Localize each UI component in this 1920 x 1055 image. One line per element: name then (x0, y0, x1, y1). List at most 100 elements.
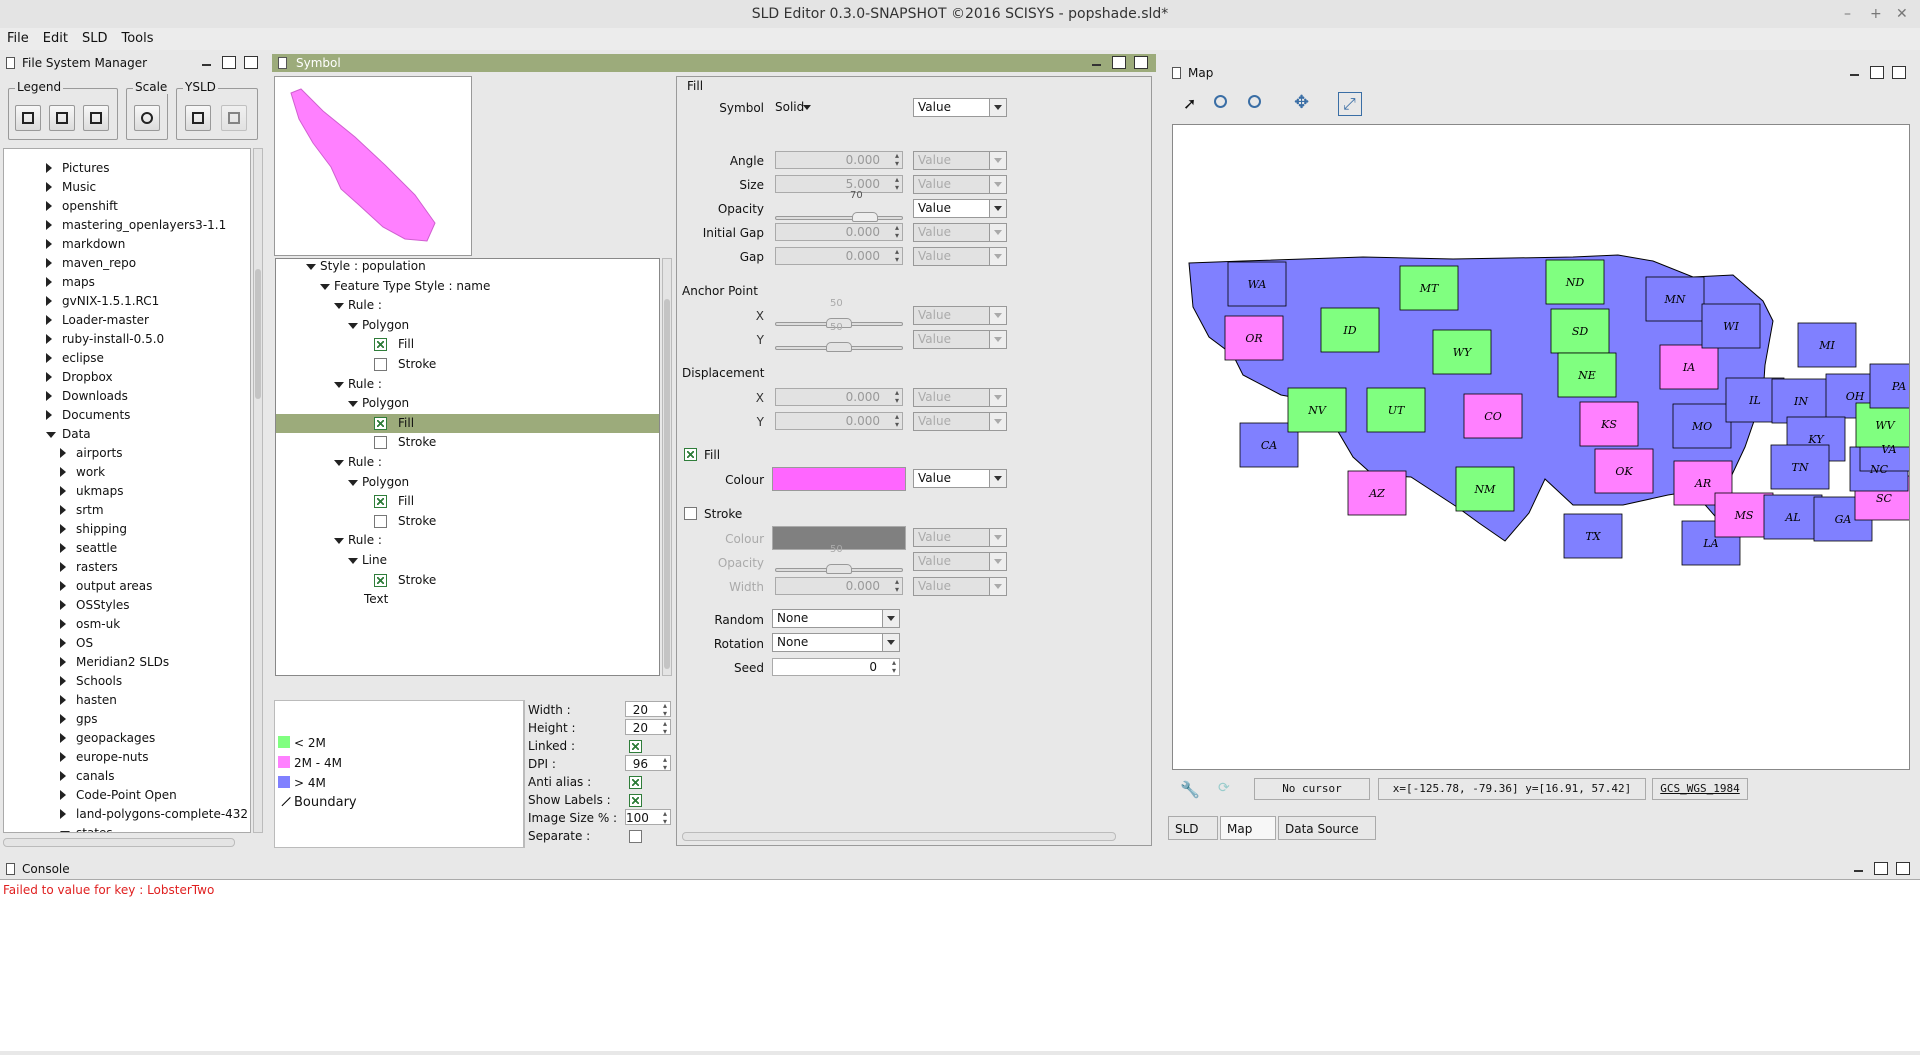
collapsed-arrow-icon[interactable] (60, 448, 66, 458)
symbol-tree-item[interactable]: Fill (276, 492, 659, 511)
angle-value-combo[interactable]: Value (913, 151, 1007, 170)
expanded-arrow-icon[interactable] (348, 322, 358, 329)
collapsed-arrow-icon[interactable] (60, 562, 66, 572)
anchor-x-value-combo[interactable]: Value (913, 306, 1007, 325)
expanded-arrow-icon[interactable] (306, 264, 316, 270)
collapsed-arrow-icon[interactable] (60, 752, 66, 762)
file-tree-scrollbar[interactable] (253, 148, 263, 833)
symbol-maximize-button[interactable] (1134, 56, 1148, 69)
menu-tools[interactable]: Tools (114, 28, 160, 50)
expanded-arrow-icon[interactable] (348, 558, 358, 564)
symbol-enable-checkbox[interactable] (374, 495, 387, 509)
file-tree[interactable]: Pictures Music openshift mastering_openlaye… (3, 148, 251, 833)
pan-button[interactable]: ✥ (1292, 92, 1314, 114)
collapsed-arrow-icon[interactable] (60, 676, 66, 686)
maximize-button[interactable]: + (1870, 0, 1882, 28)
collapsed-arrow-icon[interactable] (46, 391, 52, 401)
symbol-enable-checkbox[interactable] (374, 514, 387, 528)
symbol-minimize-button[interactable] (1090, 56, 1104, 69)
symbol-enable-checkbox[interactable] (374, 436, 387, 450)
legend-save-button[interactable] (15, 105, 41, 131)
collapsed-arrow-icon[interactable] (60, 486, 66, 496)
expanded-arrow-icon[interactable] (348, 479, 358, 486)
size-value-combo[interactable]: Value (913, 175, 1007, 194)
seed-spinner[interactable]: 0 (772, 658, 900, 676)
minimize-button[interactable]: – (1844, 0, 1851, 28)
collapsed-arrow-icon[interactable] (46, 182, 52, 192)
collapsed-arrow-icon[interactable] (46, 334, 52, 344)
initial-gap-value-combo[interactable]: Value (913, 223, 1007, 242)
console-float-button[interactable] (1874, 862, 1888, 875)
collapsed-arrow-icon[interactable] (46, 277, 52, 287)
crs-label[interactable]: GCS_WGS_1984 (1652, 778, 1748, 800)
opacity-value-combo[interactable]: Value (913, 199, 1007, 218)
console-maximize-button[interactable] (1896, 862, 1910, 875)
symbol-tree-item[interactable]: Fill (276, 335, 659, 354)
collapsed-arrow-icon[interactable] (46, 220, 52, 230)
symbol-tree-item[interactable]: Rule : (276, 531, 659, 550)
fill-colour-swatch[interactable] (772, 467, 906, 491)
collapsed-arrow-icon[interactable] (60, 657, 66, 667)
collapsed-arrow-icon[interactable] (60, 505, 66, 515)
fsm-maximize-button[interactable] (244, 56, 258, 69)
collapsed-arrow-icon[interactable] (46, 258, 52, 268)
tab-sld[interactable]: SLD (1168, 816, 1218, 840)
symbol-enable-checkbox[interactable] (374, 338, 387, 352)
anti-alias-checkbox[interactable] (629, 776, 642, 789)
symbol-tree-scrollbar[interactable] (662, 258, 672, 676)
close-button[interactable]: ✕ (1896, 0, 1908, 28)
symbol-tree-item[interactable]: Fill (276, 413, 659, 433)
fill-colour-value-combo[interactable]: Value (913, 469, 1007, 488)
expanded-arrow-icon[interactable] (334, 538, 344, 545)
menu-sld[interactable]: SLD (75, 28, 115, 50)
collapsed-arrow-icon[interactable] (46, 315, 52, 325)
collapsed-arrow-icon[interactable] (60, 638, 66, 648)
gap-value-combo[interactable]: Value (913, 247, 1007, 266)
initial-gap-spinner[interactable]: 0.000 (775, 223, 903, 241)
symbol-tree-item[interactable]: Stroke (276, 355, 659, 374)
symbol-tree-item[interactable]: Style : population (276, 259, 659, 276)
gap-spinner[interactable]: 0.000 (775, 247, 903, 265)
symbol-float-button[interactable] (1112, 56, 1126, 69)
file-tree-hscrollbar[interactable] (3, 838, 235, 847)
displacement-y-value-combo[interactable]: Value (913, 412, 1007, 431)
zoom-out-button[interactable] (1244, 92, 1266, 114)
scale-search-button[interactable] (134, 105, 160, 131)
linked-checkbox[interactable] (629, 740, 642, 753)
stroke-width-value-combo[interactable]: Value (913, 577, 1007, 596)
collapsed-arrow-icon[interactable] (60, 695, 66, 705)
expanded-arrow-icon[interactable] (348, 401, 358, 408)
map-float-button[interactable] (1870, 66, 1884, 79)
width-spinner[interactable]: 20 (625, 701, 671, 718)
opacity-slider-handle[interactable] (851, 212, 878, 222)
collapsed-arrow-icon[interactable] (60, 771, 66, 781)
stroke-opacity-handle[interactable] (826, 564, 852, 574)
symbol-tree-item[interactable]: Rule : (276, 375, 659, 394)
legend-save-all-button[interactable] (49, 105, 75, 131)
wrench-icon[interactable]: 🔧 (1180, 780, 1200, 799)
collapsed-arrow-icon[interactable] (60, 600, 66, 610)
symbol-tree-item[interactable]: Feature Type Style : name (276, 277, 659, 296)
fsm-minimize-button[interactable] (200, 56, 214, 69)
collapsed-arrow-icon[interactable] (60, 543, 66, 553)
stroke-colour-value-combo[interactable]: Value (913, 528, 1007, 547)
collapsed-arrow-icon[interactable] (60, 581, 66, 591)
symbol-type-dropdown[interactable]: Solid (775, 100, 804, 114)
displacement-x-value-combo[interactable]: Value (913, 388, 1007, 407)
displacement-x-spinner[interactable]: 0.000 (775, 388, 903, 406)
symbol-tree-item[interactable]: Text (276, 590, 659, 609)
symbol-tree-item[interactable]: Stroke (276, 433, 659, 452)
collapsed-arrow-icon[interactable] (60, 809, 66, 819)
symbol-tree-item[interactable]: Polygon (276, 394, 659, 413)
tab-data-source[interactable]: Data Source (1278, 816, 1376, 840)
symbol-tree-item[interactable]: Polygon (276, 473, 659, 492)
symbol-tree[interactable]: Style : population Feature Type Style : n… (275, 258, 660, 676)
opacity-slider[interactable] (775, 216, 903, 220)
fill-hscrollbar[interactable] (682, 832, 1116, 841)
collapsed-arrow-icon[interactable] (46, 201, 52, 211)
symbol-tree-item[interactable]: Stroke (276, 512, 659, 531)
stroke-width-spinner[interactable]: 0.000 (775, 577, 903, 595)
fsm-float-button[interactable] (222, 56, 236, 69)
dpi-spinner[interactable]: 96 (625, 755, 671, 772)
anchor-y-handle[interactable] (826, 342, 852, 352)
